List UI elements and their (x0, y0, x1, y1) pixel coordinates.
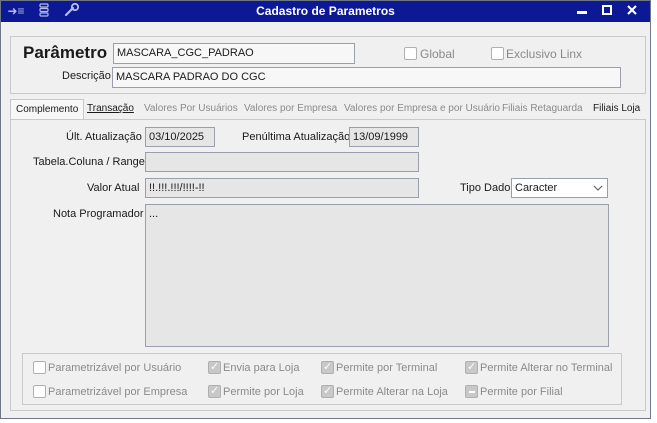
tab-strip: Complemento Transação Valores Por Usuári… (10, 99, 641, 119)
permite-filial-label: Permite por Filial (480, 386, 563, 398)
chevron-down-icon (593, 180, 603, 197)
valor-atual-label: Valor Atual (87, 182, 140, 194)
tab-complemento[interactable]: Complemento (10, 99, 85, 119)
parametro-label: Parâmetro (23, 43, 108, 62)
tab-valores-empresa-usuario-label: Valores por Empresa e por Usuário (344, 103, 500, 114)
title-bar: ➜≡ Cadastro de Parametros (1, 1, 650, 22)
ult-atualizacao-label: Últ. Atualização (66, 131, 142, 143)
window-title: Cadastro de Parametros (256, 4, 395, 18)
permite-alterar-terminal-checkbox[interactable] (465, 360, 478, 374)
cadastro-parametros-window: ➜≡ Cadastro de Parametros Parâmetro MASC… (0, 0, 651, 419)
tab-valores-por-usuarios[interactable]: Valores Por Usuários (144, 99, 238, 119)
parametrizavel-usuario-checkbox[interactable] (33, 361, 46, 374)
exclusivo-linx-checkbox[interactable] (491, 47, 504, 60)
permite-terminal-checkbox[interactable] (321, 360, 334, 374)
close-button[interactable] (623, 3, 641, 19)
global-label: Global (420, 47, 455, 61)
tipo-dado-select[interactable]: Caracter (511, 178, 608, 198)
descricao-field[interactable]: MASCARA PADRAO DO CGC (112, 67, 621, 88)
penultima-atualizacao-field[interactable]: 13/09/1999 (349, 127, 419, 147)
maximize-button[interactable] (598, 3, 616, 19)
ult-atualizacao-field[interactable]: 03/10/2025 (145, 127, 215, 147)
permite-terminal-label: Permite por Terminal (336, 362, 438, 374)
global-checkbox[interactable] (404, 47, 417, 60)
tab-valores-usuarios-label: Valores Por Usuários (144, 103, 238, 114)
parametro-field[interactable]: MASCARA_CGC_PADRAO (113, 43, 355, 64)
tab-valores-empresa-label: Valores por Empresa (244, 103, 338, 114)
permite-loja-label: Permite por Loja (223, 386, 304, 398)
penultima-atualizacao-label: Penúltima Atualização (242, 131, 351, 143)
nota-programador-textarea[interactable]: ... (145, 204, 609, 347)
valor-atual-field[interactable]: !!.!!!.!!!/!!!!-!! (145, 178, 419, 198)
tab-valores-por-empresa[interactable]: Valores por Empresa (244, 99, 337, 119)
tabela-coluna-range-label: Tabela.Coluna / Range (33, 156, 145, 168)
permite-alterar-loja-checkbox[interactable] (321, 384, 334, 398)
tab-filiais-retaguarda[interactable]: Filiais Retaguarda (502, 99, 583, 119)
permite-alterar-terminal-label: Permite Alterar no Terminal (480, 362, 613, 374)
tab-transacao[interactable]: Transação (87, 99, 134, 119)
tabela-coluna-range-field[interactable] (145, 152, 419, 172)
tab-filiais-loja-label: Filiais Loja (593, 103, 641, 114)
descricao-label: Descrição (62, 70, 111, 82)
envia-loja-checkbox[interactable] (208, 360, 221, 374)
parametrizavel-empresa-label: Parametrizável por Empresa (48, 386, 188, 398)
tab-valores-empresa-usuario[interactable]: Valores por Empresa e por Usuário (344, 99, 500, 119)
minimize-button[interactable] (573, 3, 591, 19)
tab-complemento-label: Complemento (16, 104, 79, 115)
tab-filiais-retaguarda-label: Filiais Retaguarda (502, 103, 583, 114)
tab-transacao-label: Transação (87, 103, 134, 114)
tipo-dado-label: Tipo Dado (460, 182, 511, 194)
parametrizavel-empresa-checkbox[interactable] (33, 385, 46, 398)
tab-filiais-loja[interactable]: Filiais Loja (593, 99, 640, 119)
parametrizavel-usuario-label: Parametrizável por Usuário (48, 362, 182, 374)
tipo-dado-value: Caracter (515, 182, 558, 194)
permite-alterar-loja-label: Permite Alterar na Loja (336, 386, 448, 398)
envia-loja-label: Envia para Loja (223, 362, 300, 374)
nota-programador-label: Nota Programador (53, 208, 144, 220)
exclusivo-linx-label: Exclusivo Linx (506, 47, 583, 61)
permite-loja-checkbox[interactable] (208, 384, 221, 398)
permite-filial-checkbox[interactable] (465, 385, 478, 398)
